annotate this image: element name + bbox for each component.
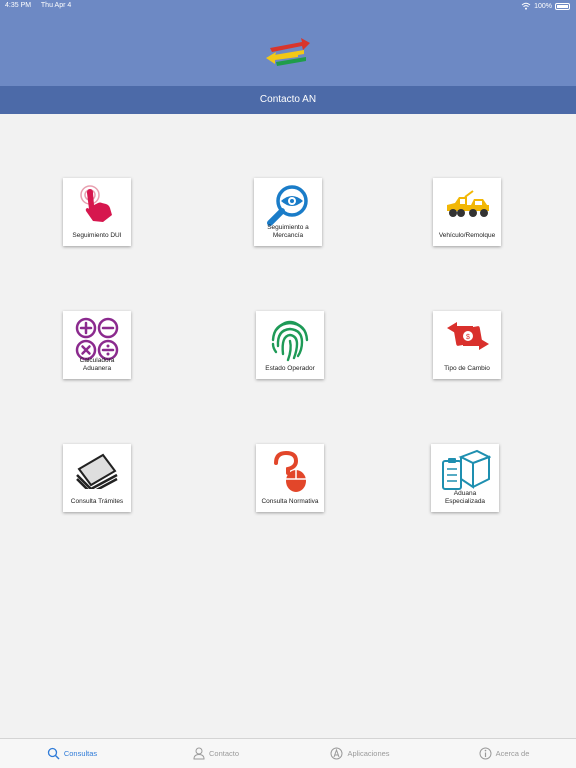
documents-stack-icon <box>76 453 118 489</box>
tab-label: Consultas <box>63 749 98 758</box>
calculator-operators-icon <box>75 317 119 361</box>
tile-tipo-de-cambio[interactable]: $ Tipo de Cambio <box>433 311 501 379</box>
tile-label: Vehículo/Remolque <box>438 232 496 239</box>
tile-calculadora-aduanera[interactable]: Calculadora Aduanera <box>63 311 131 379</box>
tile-aduana-especializada[interactable]: Aduana Especializada <box>431 444 499 512</box>
app-store-icon <box>330 747 343 760</box>
tile-vehiculo-remolque[interactable]: Vehículo/Remolque <box>433 178 501 246</box>
hand-pointer-icon <box>80 185 112 222</box>
battery-icon <box>555 2 570 10</box>
nav-bar: Contacto AN <box>0 86 576 114</box>
currency-exchange-icon: $ <box>447 322 489 350</box>
page-title: Contacto AN <box>259 94 317 105</box>
tile-consulta-normativa[interactable]: Consulta Normativa <box>256 444 324 512</box>
tile-consulta-tramites[interactable]: Consulta Trámites <box>63 444 131 512</box>
info-icon <box>479 747 492 760</box>
person-icon <box>193 747 205 760</box>
box-clipboard-icon <box>442 449 491 490</box>
app-header: 4:35 PM Thu Apr 4 100% Contacto AN <box>0 0 576 114</box>
tile-label: Seguimiento DUI <box>72 232 122 239</box>
tab-bar: Consultas Contacto Aplicaciones Acerca d… <box>0 738 576 768</box>
tab-label: Aplicaciones <box>347 749 390 758</box>
svg-text:$: $ <box>466 334 470 341</box>
tile-seguimiento-mercancia[interactable]: Seguimiento a Mercancía <box>254 178 322 246</box>
tab-aplicaciones[interactable]: Aplicaciones <box>288 739 432 768</box>
tab-contacto[interactable]: Contacto <box>144 739 288 768</box>
app-logo-icon <box>266 38 310 66</box>
tile-label: Tipo de Cambio <box>444 365 490 372</box>
tab-label: Acerca de <box>495 749 530 758</box>
tile-label: Consulta Normativa <box>261 498 319 505</box>
tab-consultas[interactable]: Consultas <box>0 739 144 768</box>
fingerprint-icon <box>271 320 309 362</box>
tile-estado-operador[interactable]: Estado Operador <box>256 311 324 379</box>
tile-label: Estado Operador <box>265 365 315 372</box>
magnifier-eye-icon <box>267 185 308 226</box>
battery-percent: 100% <box>534 2 552 10</box>
tile-label: Calculadora Aduanera <box>79 357 115 372</box>
tab-label: Contacto <box>208 749 240 758</box>
status-bar: 4:35 PM Thu Apr 4 100% <box>0 0 576 14</box>
tile-label: Seguimiento a Mercancía <box>267 224 309 239</box>
status-time: 4:35 PM <box>5 2 32 9</box>
tow-truck-icon <box>447 190 489 217</box>
question-mouse-icon <box>274 450 306 492</box>
tile-label: Consulta Trámites <box>70 498 124 505</box>
status-date: Thu Apr 4 <box>40 2 72 9</box>
wifi-icon <box>521 2 531 10</box>
tile-label: Aduana Especializada <box>444 490 486 505</box>
tile-seguimiento-dui[interactable]: Seguimiento DUI <box>63 178 131 246</box>
search-icon <box>47 747 60 760</box>
tab-acerca-de[interactable]: Acerca de <box>432 739 576 768</box>
